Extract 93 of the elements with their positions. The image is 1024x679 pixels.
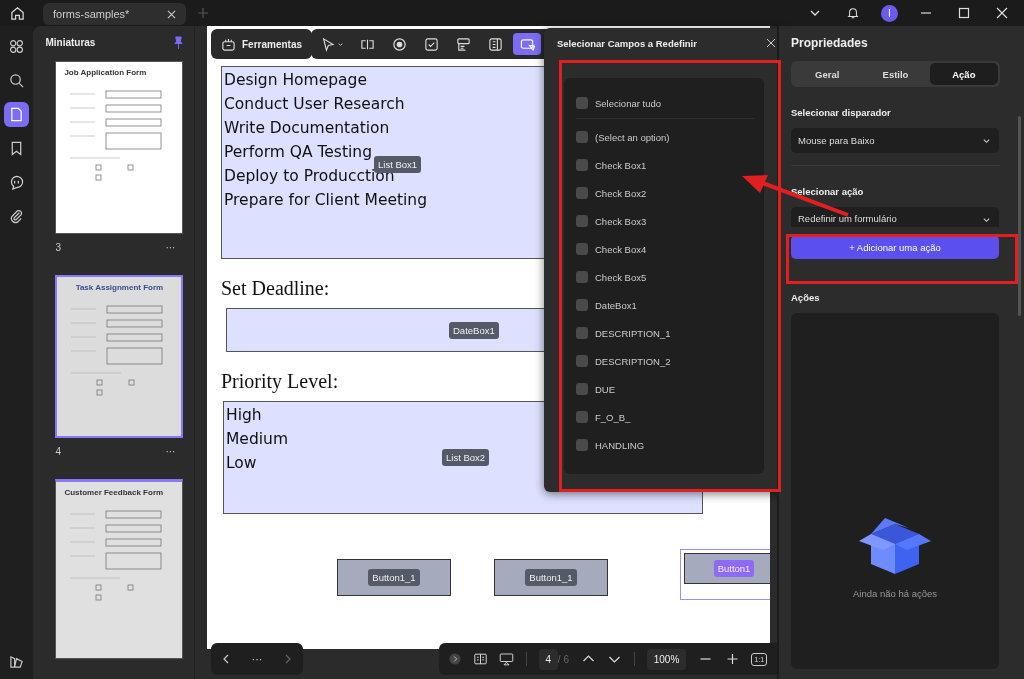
checkbox[interactable] <box>576 327 588 339</box>
field-label: Set Deadline: <box>221 277 330 300</box>
checkbox-label[interactable]: F_O_B_ <box>595 411 631 423</box>
field-label: Priority Level: <box>221 370 339 393</box>
checkbox-label[interactable]: DUE <box>595 383 616 395</box>
tools-button[interactable]: Ferramentas <box>211 29 313 59</box>
page-thumbnail[interactable]: Customer Feedback Form <box>55 479 184 659</box>
checkbox[interactable] <box>576 159 588 171</box>
field-tag: Button1_1 <box>368 569 420 586</box>
checkbox-label[interactable]: Check Box2 <box>595 187 647 199</box>
button-tool-icon <box>519 36 535 52</box>
section-label: Ações <box>791 292 821 303</box>
field-tag: List Box1 <box>374 156 422 173</box>
bell-icon[interactable] <box>847 7 859 19</box>
add-action-button[interactable]: + Adicionar uma ação <box>791 235 999 259</box>
paperclip-icon <box>9 209 25 224</box>
page-number-field[interactable]: 4 <box>538 648 559 670</box>
chevron-down-icon <box>982 136 991 145</box>
list-box-icon <box>487 36 503 52</box>
checkbox[interactable] <box>576 97 588 109</box>
close-icon[interactable] <box>766 38 776 48</box>
checkbox-label[interactable]: Check Box1 <box>595 159 647 171</box>
page-thumbnail[interactable]: Job Application Form <box>55 61 184 234</box>
book-view-icon[interactable] <box>472 652 488 666</box>
toolbar-button[interactable] <box>513 33 541 55</box>
expand-icon[interactable] <box>448 653 461 665</box>
checkbox-label[interactable]: Check Box3 <box>595 215 647 227</box>
zoom-field[interactable]: 100% <box>646 648 687 670</box>
checkbox[interactable] <box>576 271 588 283</box>
checkbox[interactable] <box>576 383 588 395</box>
checkbox[interactable] <box>576 299 588 311</box>
checkbox-label[interactable]: DESCRIPTION_1 <box>595 327 671 339</box>
checkbox[interactable] <box>576 243 588 255</box>
radio-button-icon <box>391 36 407 52</box>
form-button[interactable]: Button1_1 <box>494 559 608 596</box>
checkbox-icon <box>423 36 439 52</box>
home-icon[interactable] <box>10 5 25 21</box>
more-button[interactable]: ··· <box>251 653 263 665</box>
checkbox-label[interactable]: HANDLING <box>595 439 645 451</box>
page-thumbnail[interactable]: Task Assignment Form <box>55 275 184 438</box>
app-logo-icon[interactable] <box>9 654 25 669</box>
thumbnail-title: Task Assignment Form <box>75 283 164 292</box>
more-button[interactable]: ··· <box>165 242 176 253</box>
toolbox-icon <box>221 36 236 52</box>
tab[interactable]: Geral <box>793 63 862 85</box>
checkbox[interactable] <box>576 215 588 227</box>
user-avatar[interactable]: I <box>881 4 898 22</box>
action-dropdown[interactable]: Redefinir um formulário <box>791 207 999 227</box>
checkbox[interactable] <box>576 411 588 423</box>
tab[interactable]: Ação <box>929 63 998 85</box>
panel-title: Propriedades <box>791 36 869 50</box>
chevron-down-icon <box>982 215 991 224</box>
checkbox[interactable] <box>576 187 588 199</box>
section-label: Selecionar ação <box>791 186 865 197</box>
form-button[interactable]: Button1 <box>684 553 770 584</box>
combo-box-icon <box>455 36 471 52</box>
comment-icon <box>9 175 25 190</box>
section-label: Selecionar disparador <box>791 107 892 118</box>
tab[interactable]: Estilo <box>861 63 930 85</box>
more-button[interactable]: ··· <box>165 446 176 457</box>
checkbox-label[interactable]: Selecionar tudo <box>595 97 662 109</box>
close-icon[interactable] <box>167 9 177 19</box>
checkbox[interactable] <box>576 131 588 143</box>
page-count: / 6 <box>557 653 569 665</box>
pin-icon[interactable] <box>173 36 184 49</box>
checkbox-label[interactable]: DESCRIPTION_2 <box>595 355 671 367</box>
checkbox-label[interactable]: Check Box5 <box>595 271 647 283</box>
sidebar-item[interactable] <box>4 102 30 127</box>
page-icon <box>9 107 25 122</box>
checkbox-label[interactable]: (Select an option) <box>595 131 670 143</box>
empty-message: Ainda não há ações <box>853 588 937 599</box>
search-icon <box>9 73 25 88</box>
close-icon[interactable] <box>996 7 1008 19</box>
present-icon[interactable] <box>499 652 515 666</box>
maximize-icon[interactable] <box>958 7 970 19</box>
field-tag: DateBox1 <box>449 321 499 339</box>
form-button[interactable]: Button1_1 <box>337 559 451 596</box>
thumbnail-title: Job Application Form <box>64 68 148 77</box>
field-tag: Button1 <box>713 560 755 577</box>
checkbox[interactable] <box>576 355 588 367</box>
dialog-title: Selecionar Campos a Redefinir <box>557 37 697 49</box>
document-tab[interactable]: forms-samples* <box>43 3 187 25</box>
thumbnail-title: Customer Feedback Form <box>64 488 165 497</box>
checkbox-label[interactable]: Check Box4 <box>595 243 647 255</box>
field-tag: List Box2 <box>442 449 490 466</box>
field-tag: Button1_1 <box>525 569 577 586</box>
checkbox[interactable] <box>576 439 588 451</box>
checkbox-label[interactable]: DateBox1 <box>595 299 637 311</box>
panel-title: Miniaturas <box>45 37 96 48</box>
trigger-dropdown[interactable]: Mouse para Baixo <box>791 128 999 153</box>
page-number: 3 <box>55 242 61 253</box>
page-number: 4 <box>55 446 61 457</box>
grid-icon <box>9 39 25 54</box>
